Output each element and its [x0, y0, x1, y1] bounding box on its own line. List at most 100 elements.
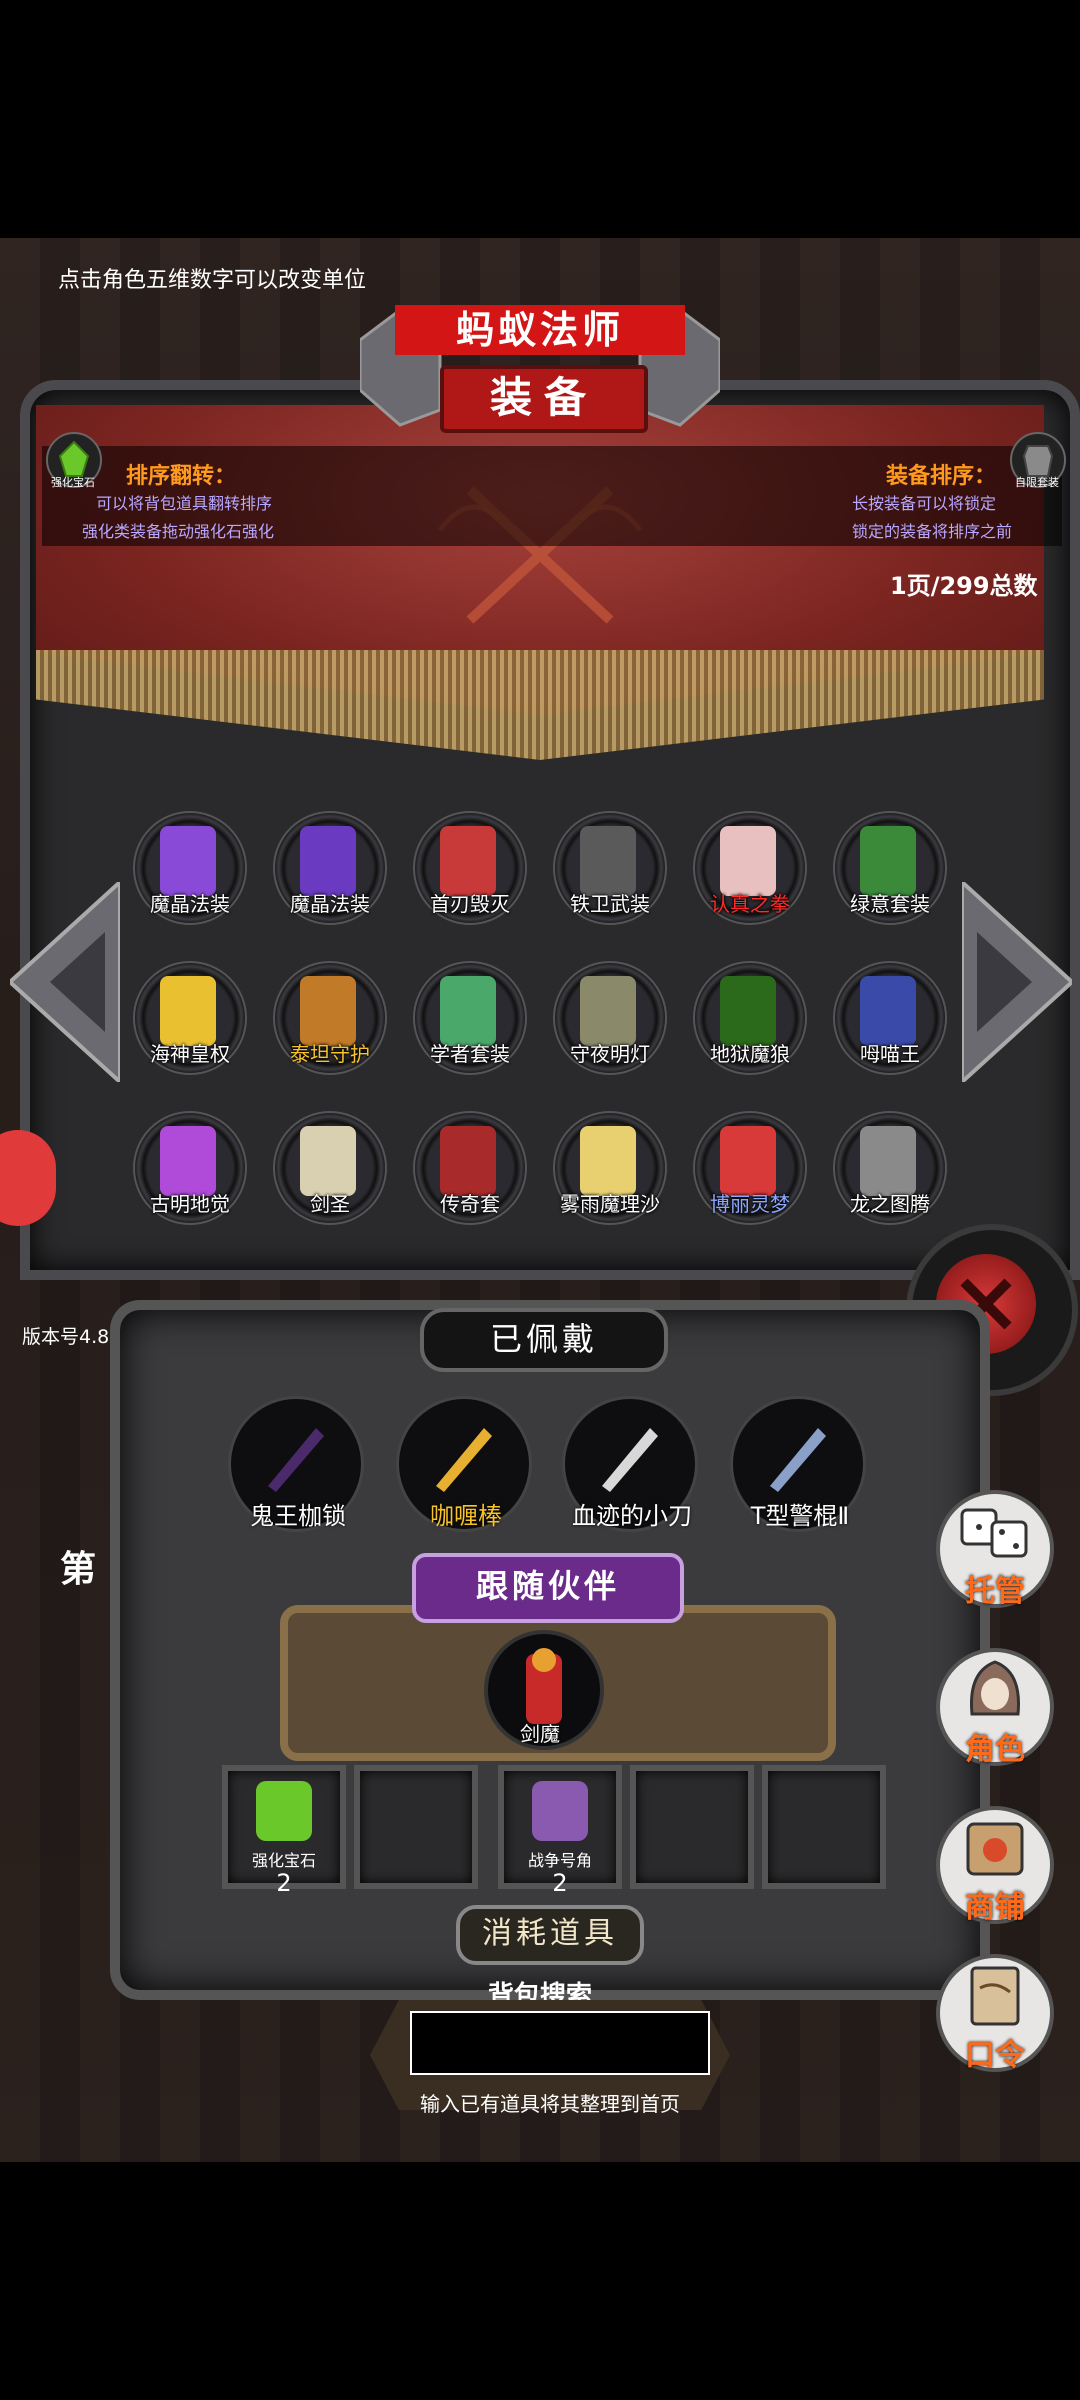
equipment-slot[interactable]: 地狱魔狼 — [690, 958, 810, 1078]
side-button-code[interactable]: 口令 — [936, 1954, 1054, 2073]
sort-flip-line2: 强化类装备拖动强化石强化 — [82, 522, 275, 541]
shop-icon — [966, 1822, 1024, 1876]
equipment-sprite-icon — [300, 1126, 356, 1196]
equipment-slot[interactable]: 守夜明灯 — [550, 958, 670, 1078]
equipment-slot[interactable]: 魔晶法装 — [270, 808, 390, 928]
equipment-label: 雾雨魔理沙 — [560, 1192, 660, 1216]
sort-equip-line1: 长按装备可以将锁定 — [852, 494, 997, 513]
sort-flip-title[interactable]: 排序翻转： — [126, 458, 236, 490]
equipment-slot[interactable]: 剑圣 — [270, 1108, 390, 1228]
weapon-icon — [602, 1428, 658, 1492]
next-page-arrow-icon[interactable] — [962, 882, 1072, 1082]
equipment-label: 守夜明灯 — [570, 1042, 650, 1066]
equipment-slot[interactable]: 首刃毁灭 — [410, 808, 530, 928]
weapon-icon — [268, 1428, 324, 1492]
equipment-slot[interactable]: 泰坦守护 — [270, 958, 390, 1078]
equipment-slot[interactable]: 认真之拳 — [690, 808, 810, 928]
equipment-sprite-icon — [440, 1126, 496, 1196]
equipment-slot[interactable]: 铁卫武装 — [550, 808, 670, 928]
equipment-slot[interactable]: 绿意套装 — [830, 808, 950, 928]
equipment-label: 博丽灵梦 — [710, 1192, 790, 1216]
equipment-sprite-icon — [440, 976, 496, 1046]
equipment-sprite-icon — [580, 826, 636, 896]
worn-slot[interactable]: 咖喱棒 — [396, 1396, 536, 1536]
worn-slot[interactable]: 血迹的小刀 — [562, 1396, 702, 1536]
equipment-slot[interactable]: 魔晶法装 — [130, 808, 250, 928]
side-label-character: 角色 — [965, 1732, 1025, 1767]
side-label-code: 口令 — [965, 2038, 1025, 2073]
dice-icon — [960, 1508, 1028, 1558]
partner-title: 跟随伙伴 — [412, 1553, 684, 1623]
equipment-label: 呣喵王 — [860, 1042, 920, 1066]
equipment-slot[interactable]: 海神皇权 — [130, 958, 250, 1078]
consumable-slot[interactable] — [630, 1765, 754, 1889]
equipment-sprite-icon — [160, 976, 216, 1046]
consumable-slot[interactable]: 战争号角 2 — [498, 1765, 622, 1897]
equipment-sprite-icon — [860, 826, 916, 896]
equipment-label: 传奇套 — [440, 1192, 500, 1216]
equipment-slot[interactable]: 龙之图腾 — [830, 1108, 950, 1228]
sort-equip-title[interactable]: 装备排序： — [886, 458, 996, 490]
weapon-icon — [436, 1428, 492, 1492]
worn-label: 血迹的小刀 — [572, 1502, 692, 1530]
consumable-slot[interactable]: 强化宝石 2 — [222, 1765, 346, 1897]
equipment-label: 首刃毁灭 — [430, 892, 510, 916]
equipment-sprite-icon — [720, 976, 776, 1046]
consumable-count: 2 — [276, 1869, 292, 1897]
scroll-icon — [970, 1966, 1020, 2026]
worn-label: 鬼王枷锁 — [250, 1502, 346, 1530]
character-name: 蚂蚁法师 — [395, 305, 685, 355]
consumable-label: 战争号角 — [527, 1851, 592, 1870]
equipment-slot[interactable]: 传奇套 — [410, 1108, 530, 1228]
equipment-slot[interactable]: 学者套装 — [410, 958, 530, 1078]
equipment-label: 泰坦守护 — [290, 1042, 370, 1066]
equipment-label: 古明地觉 — [150, 1192, 230, 1216]
corner-left-label: 强化宝石 — [51, 476, 95, 489]
consumable-label: 强化宝石 — [251, 1851, 316, 1870]
consumable-item-icon — [532, 1781, 588, 1841]
consumable-item-icon — [256, 1781, 312, 1841]
equipment-slot[interactable]: 雾雨魔理沙 — [550, 1108, 670, 1228]
side-button-auto[interactable]: 托管 — [936, 1490, 1054, 1609]
worn-slot[interactable]: T型警棍Ⅱ — [730, 1396, 870, 1536]
search-hint: 输入已有道具将其整理到首页 — [420, 2092, 680, 2116]
equipment-slot[interactable]: 博丽灵梦 — [690, 1108, 810, 1228]
search-input[interactable] — [410, 2011, 710, 2075]
partner-name: 剑魔 — [520, 1722, 560, 1746]
hood-icon — [969, 1660, 1021, 1716]
unit-hint: 点击角色五维数字可以改变单位 — [58, 268, 367, 293]
weapon-icon — [770, 1428, 826, 1492]
consumable-count: 2 — [552, 1869, 568, 1897]
equipment-slot[interactable]: 呣喵王 — [830, 958, 950, 1078]
page-indicator: 1页/299总数 — [890, 572, 1038, 600]
worn-label: 咖喱棒 — [430, 1502, 502, 1530]
corner-right-label: 自限套装 — [1015, 476, 1059, 489]
equipment-sprite-icon — [440, 826, 496, 896]
character-bubble-icon[interactable] — [0, 1130, 56, 1226]
side-button-shop[interactable]: 商铺 — [936, 1806, 1054, 1925]
side-button-character[interactable]: 角色 — [936, 1648, 1054, 1767]
equipment-sprite-icon — [300, 826, 356, 896]
equipment-sprite-icon — [860, 976, 916, 1046]
worn-title: 已佩戴 — [420, 1308, 668, 1372]
side-label-auto: 托管 — [965, 1574, 1025, 1609]
equipment-label: 地狱魔狼 — [710, 1042, 790, 1066]
equipment-label: 绿意套装 — [850, 892, 930, 916]
consumable-slot[interactable] — [354, 1765, 478, 1889]
equipment-slot[interactable]: 古明地觉 — [130, 1108, 250, 1228]
sort-equip-line2: 锁定的装备将排序之前 — [852, 522, 1013, 541]
consumable-slot[interactable] — [762, 1765, 886, 1889]
worn-label: T型警棍Ⅱ — [750, 1502, 850, 1530]
equipment-title: 装备 — [440, 365, 648, 433]
equipment-sprite-icon — [160, 826, 216, 896]
equipment-sprite-icon — [720, 1126, 776, 1196]
equipment-sprite-icon — [860, 1126, 916, 1196]
equipment-label: 魔晶法装 — [290, 892, 370, 916]
equipment-label: 海神皇权 — [150, 1042, 230, 1066]
prev-page-arrow-icon[interactable] — [10, 882, 120, 1082]
worn-slot[interactable]: 鬼王枷锁 — [228, 1396, 368, 1536]
equipment-label: 认真之拳 — [710, 892, 790, 916]
equipment-sprite-icon — [160, 1126, 216, 1196]
equipment-sprite-icon — [720, 826, 776, 896]
consumable-title: 消耗道具 — [456, 1905, 644, 1965]
